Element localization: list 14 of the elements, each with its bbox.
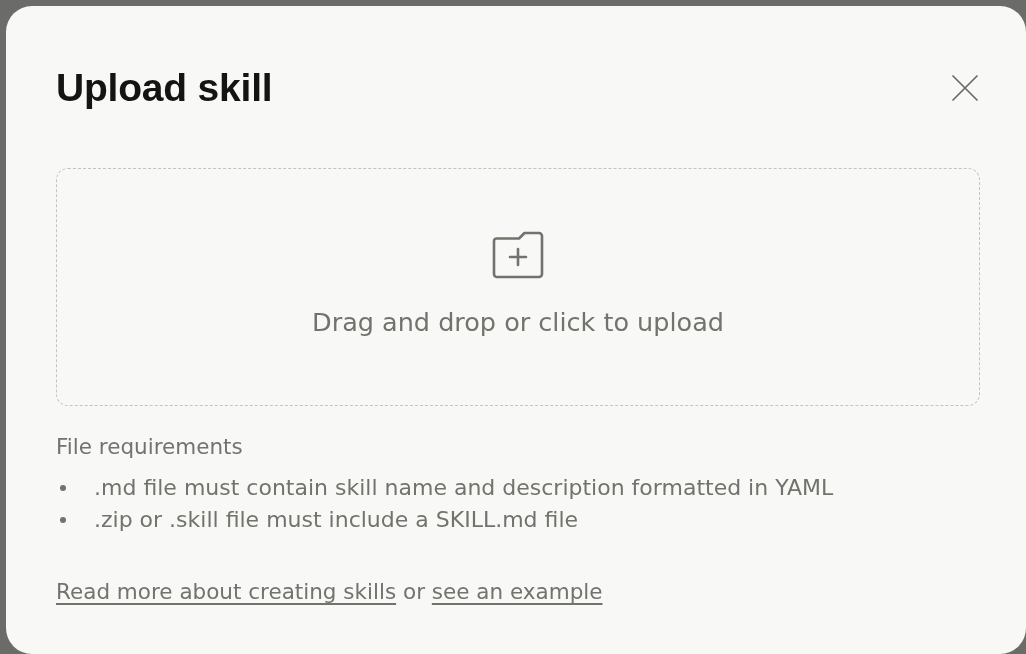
upload-dropzone[interactable]: Drag and drop or click to upload [56,168,980,406]
dropzone-label: Drag and drop or click to upload [312,307,724,337]
help-link[interactable]: see an example [431,579,603,604]
requirements-heading: File requirements [56,433,243,461]
close-button[interactable] [951,74,979,102]
close-icon [952,75,978,101]
dialog-title: Upload skill [56,66,273,110]
requirement-text: .zip or .skill file must include a SKILL.md file [94,506,579,534]
help-text: Read more about creating skills or see an example [56,578,603,606]
folder-plus-icon [492,231,544,279]
bullet-icon [60,517,66,523]
help-link[interactable]: Read more about creating skills [56,579,397,604]
bullet-icon [60,485,66,491]
requirement-text: .md file must contain skill name and description formatted in YAML [94,474,834,502]
